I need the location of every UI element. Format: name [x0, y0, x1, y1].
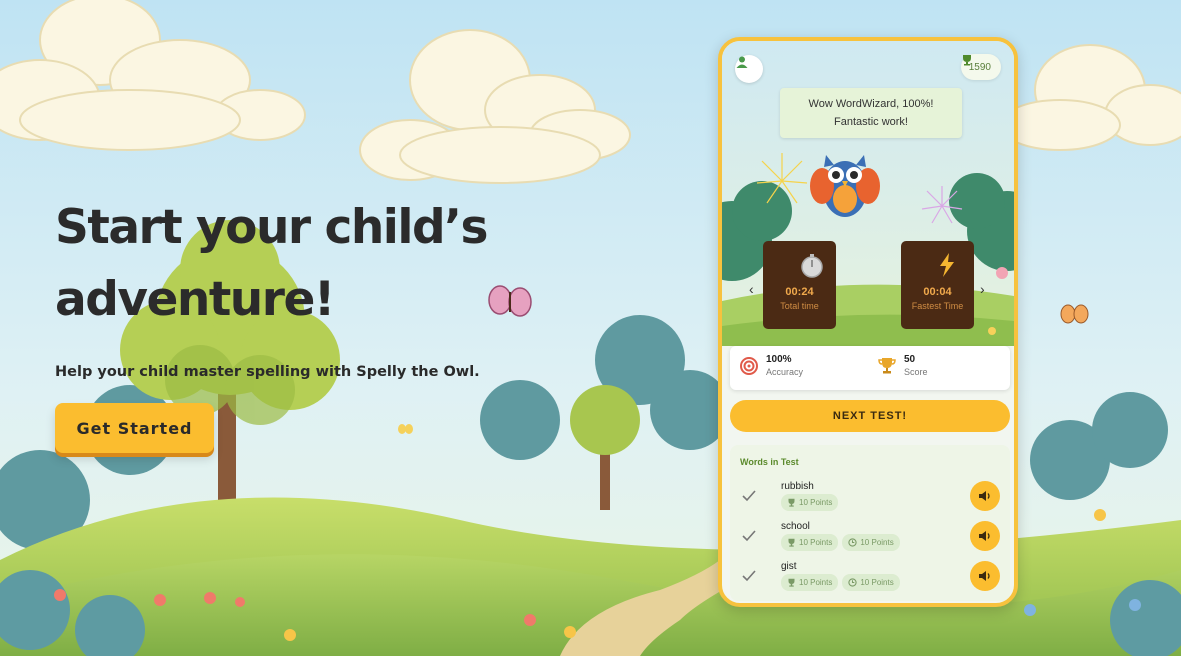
- clock-icon: [848, 578, 857, 587]
- accuracy-stat: 100% Accuracy: [740, 354, 803, 377]
- speaker-icon: [979, 571, 990, 581]
- hero-title: Start your child’s adventure!: [55, 192, 515, 336]
- results-scene: 1590 Wow WordWizard, 100%! Fantastic wor…: [722, 41, 1014, 346]
- play-audio-button[interactable]: [970, 481, 1000, 511]
- trophy-icon: [788, 538, 795, 547]
- trophy-icon: [878, 357, 896, 373]
- words-header: Words in Test: [740, 457, 799, 467]
- total-time-label: Total time: [780, 301, 819, 311]
- prev-arrow-icon[interactable]: ‹: [749, 281, 754, 297]
- words-in-test-panel: Words in Test rubbish 10 Points school 1…: [730, 445, 1010, 601]
- time-chip-label: 10 Points: [860, 578, 894, 587]
- points-chip-label: 10 Points: [799, 498, 833, 507]
- trophy-icon: [788, 578, 795, 587]
- user-icon: [736, 56, 748, 68]
- clock-icon: [848, 538, 857, 547]
- points-chip-label: 10 Points: [799, 538, 833, 547]
- accuracy-value: 100%: [766, 354, 792, 365]
- word-text: gist: [781, 561, 797, 572]
- congrats-line2: Fantastic work!: [834, 116, 908, 128]
- stat-card-total-time: 00:24 Total time: [763, 241, 836, 329]
- trophy-icon: [788, 498, 795, 507]
- time-chip: 10 Points: [842, 534, 900, 551]
- next-arrow-icon[interactable]: ›: [980, 281, 985, 297]
- score-value: 50: [904, 354, 916, 365]
- hero-section: Start your child’s adventure! Help your …: [55, 192, 515, 380]
- hero-subtitle: Help your child master spelling with Spe…: [55, 364, 480, 380]
- stat-card-fastest-time: 00:04 Fastest Time: [901, 241, 974, 329]
- score-label: Score: [904, 367, 928, 377]
- congrats-message: Wow WordWizard, 100%! Fantastic work!: [780, 88, 962, 138]
- check-icon: [742, 530, 756, 542]
- word-text: rubbish: [781, 481, 814, 492]
- trophy-icon: [962, 55, 971, 66]
- check-icon: [742, 490, 756, 502]
- points-chip: 10 Points: [781, 534, 839, 551]
- word-row: school 10 Points 10 Points: [730, 518, 1010, 558]
- fastest-time-label: Fastest Time: [911, 301, 964, 311]
- points-chip: 10 Points: [781, 574, 839, 591]
- points-chip: 10 Points: [781, 494, 839, 511]
- fastest-time-value: 00:04: [923, 286, 952, 298]
- hero-title-line1: Start your child’s: [55, 200, 488, 255]
- play-audio-button[interactable]: [970, 521, 1000, 551]
- points-badge: 1590: [960, 54, 1001, 80]
- time-chip-label: 10 Points: [860, 538, 894, 547]
- get-started-button[interactable]: Get Started: [55, 403, 214, 453]
- play-audio-button[interactable]: [970, 561, 1000, 591]
- next-test-button[interactable]: NEXT TEST!: [730, 400, 1010, 432]
- accuracy-label: Accuracy: [766, 367, 804, 377]
- word-row: gist 10 Points 10 Points: [730, 558, 1010, 598]
- points-chip-label: 10 Points: [799, 578, 833, 587]
- word-row: rubbish 10 Points: [730, 478, 1010, 518]
- total-time-value: 00:24: [785, 286, 814, 298]
- hero-title-line2: adventure!: [55, 272, 335, 327]
- speaker-icon: [979, 531, 990, 541]
- phone-mockup: 1590 Wow WordWizard, 100%! Fantastic wor…: [718, 37, 1018, 607]
- results-summary: 100% Accuracy 50 Score: [730, 346, 1010, 390]
- time-chip: 10 Points: [842, 574, 900, 591]
- target-icon: [740, 356, 758, 375]
- profile-button[interactable]: [735, 55, 763, 83]
- score-stat: 50 Score: [878, 354, 928, 377]
- speaker-icon: [979, 491, 990, 501]
- word-text: school: [781, 521, 810, 532]
- check-icon: [742, 570, 756, 582]
- congrats-line1: Wow WordWizard, 100%!: [808, 98, 934, 110]
